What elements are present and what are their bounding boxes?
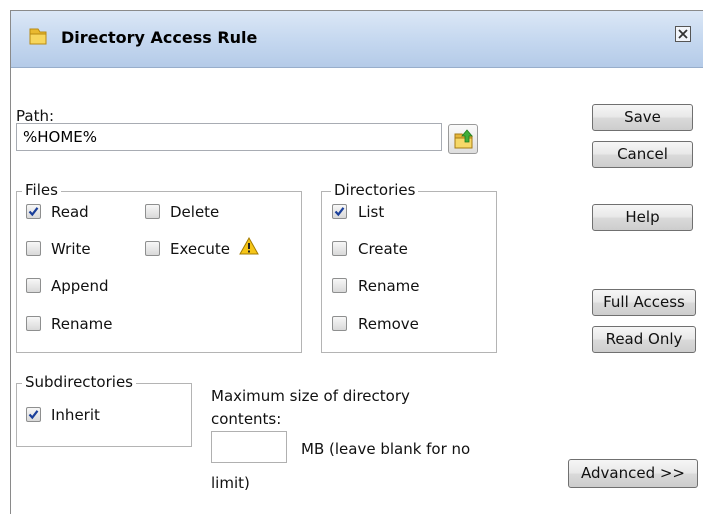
read-only-button[interactable]: Read Only bbox=[592, 326, 696, 353]
dialog-title: Directory Access Rule bbox=[61, 28, 258, 47]
list-label: List bbox=[358, 203, 385, 221]
max-size-label-line2: contents: bbox=[211, 410, 282, 428]
remove-label: Remove bbox=[358, 315, 419, 333]
directories-rename-label: Rename bbox=[358, 277, 420, 295]
directories-rename-checkbox[interactable] bbox=[332, 278, 347, 293]
inherit-checkbox[interactable] bbox=[26, 407, 41, 422]
path-input[interactable] bbox=[16, 123, 442, 151]
list-checkbox[interactable] bbox=[332, 204, 347, 219]
execute-label: Execute bbox=[170, 240, 230, 258]
delete-label: Delete bbox=[170, 203, 220, 221]
read-label: Read bbox=[51, 203, 89, 221]
files-legend: Files bbox=[22, 181, 61, 199]
warning-icon bbox=[239, 236, 259, 259]
delete-checkbox[interactable] bbox=[145, 204, 160, 219]
browse-folder-icon bbox=[454, 129, 473, 149]
write-checkbox[interactable] bbox=[26, 241, 41, 256]
write-label: Write bbox=[51, 240, 91, 258]
help-button[interactable]: Help bbox=[592, 204, 693, 231]
remove-checkbox[interactable] bbox=[332, 316, 347, 331]
save-button[interactable]: Save bbox=[592, 104, 693, 131]
files-rename-checkbox[interactable] bbox=[26, 316, 41, 331]
browse-button[interactable] bbox=[448, 124, 478, 154]
max-size-unit-line1: MB (leave blank for no bbox=[301, 440, 471, 458]
subdirectories-group bbox=[16, 383, 192, 447]
dialog-window: Directory Access Rule Path: Files Read W… bbox=[10, 10, 703, 514]
create-label: Create bbox=[358, 240, 408, 258]
cancel-button[interactable]: Cancel bbox=[592, 141, 693, 168]
append-checkbox[interactable] bbox=[26, 278, 41, 293]
max-size-input[interactable] bbox=[211, 431, 287, 463]
folder-icon bbox=[27, 25, 49, 47]
advanced-button[interactable]: Advanced >> bbox=[568, 459, 698, 488]
subdirectories-legend: Subdirectories bbox=[22, 373, 136, 391]
create-checkbox[interactable] bbox=[332, 241, 347, 256]
max-size-label-line1: Maximum size of directory bbox=[211, 387, 410, 405]
close-button[interactable] bbox=[675, 26, 691, 42]
max-size-unit-line2: limit) bbox=[211, 474, 250, 492]
read-checkbox[interactable] bbox=[26, 204, 41, 219]
files-rename-label: Rename bbox=[51, 315, 113, 333]
execute-checkbox[interactable] bbox=[145, 241, 160, 256]
close-icon bbox=[678, 29, 688, 39]
directories-legend: Directories bbox=[331, 181, 419, 199]
append-label: Append bbox=[51, 277, 109, 295]
full-access-button[interactable]: Full Access bbox=[592, 289, 696, 316]
inherit-label: Inherit bbox=[51, 406, 100, 424]
title-bar: Directory Access Rule bbox=[11, 11, 703, 68]
